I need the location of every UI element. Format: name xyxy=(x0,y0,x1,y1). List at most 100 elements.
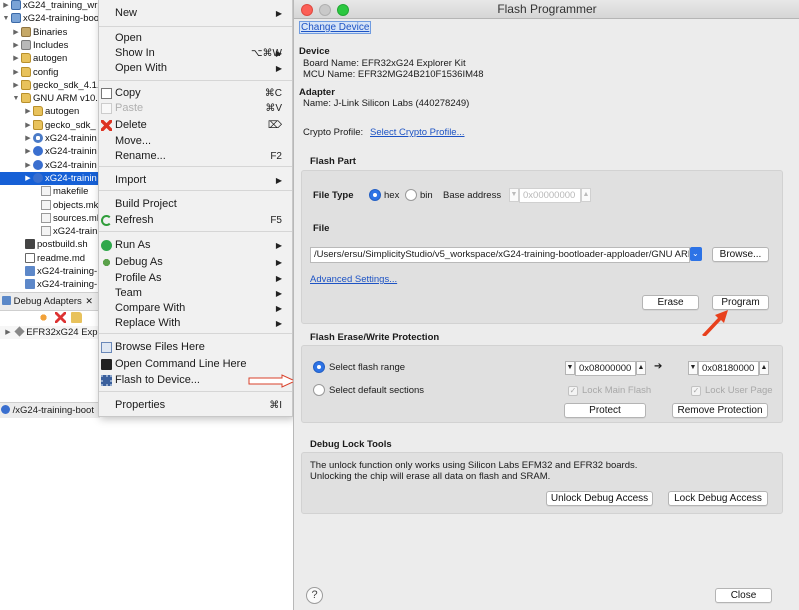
lock-main-flash-label: Lock Main Flash xyxy=(582,385,652,396)
tree-item[interactable]: ▶ xG24-trainin xyxy=(0,171,100,185)
tree-item[interactable]: ▶ xG24-trainin xyxy=(0,159,97,172)
menu-item-replace-with[interactable]: Replace With ▶ xyxy=(99,316,292,331)
tree-item-label: postbuild.sh xyxy=(37,239,88,251)
expand-toggle-icon[interactable]: ▶ xyxy=(24,172,32,185)
menu-item-move[interactable]: Move... xyxy=(99,134,292,149)
protect-button[interactable]: Protect xyxy=(564,403,646,418)
tree-item[interactable]: objects.mk xyxy=(0,199,98,212)
expand-toggle-icon[interactable]: ▶ xyxy=(24,119,32,132)
menu-item-profile-as[interactable]: Profile As ▶ xyxy=(99,271,292,286)
menu-item-browse-files-here[interactable]: Browse Files Here xyxy=(99,340,292,355)
tree-item[interactable]: postbuild.sh xyxy=(0,238,88,251)
base-address-increment[interactable]: ▲ xyxy=(581,188,591,202)
menu-item-open-with[interactable]: Open With ▶ xyxy=(99,61,292,76)
expand-toggle-icon[interactable]: ▶ xyxy=(12,39,20,52)
select-flash-range-radio[interactable] xyxy=(313,361,325,373)
expand-toggle-icon[interactable]: ▼ xyxy=(2,12,10,25)
help-icon[interactable]: ? xyxy=(306,587,323,604)
advanced-settings-link[interactable]: Advanced Settings... xyxy=(310,274,397,285)
menu-item-copy[interactable]: Copy ⌘C xyxy=(99,86,292,101)
range-end-decrement[interactable]: ▼ xyxy=(688,361,698,375)
change-device-link[interactable]: Change Device xyxy=(299,21,372,34)
tree-item[interactable]: ▶ gecko_sdk_4.1. xyxy=(0,79,100,92)
lock-main-flash-checkbox[interactable]: ✓ xyxy=(568,386,578,396)
tree-item[interactable]: ▶ gecko_sdk_ xyxy=(0,119,96,132)
range-start-increment[interactable]: ▲ xyxy=(636,361,646,375)
base-address-input[interactable]: 0x00000000 xyxy=(519,188,581,203)
menu-item-rename[interactable]: Rename... F2 xyxy=(99,149,292,164)
expand-toggle-icon[interactable]: ▶ xyxy=(24,105,32,118)
hex-radio[interactable] xyxy=(369,189,381,201)
select-crypto-profile-link[interactable]: Select Crypto Profile... xyxy=(370,127,465,138)
tree-item[interactable]: xG24-training- xyxy=(0,278,97,290)
lock-user-page-checkbox[interactable]: ✓ xyxy=(691,386,701,396)
tree-item[interactable]: makefile xyxy=(0,185,88,198)
debug-adapters-tab[interactable]: Debug Adapters ✕ xyxy=(0,293,100,311)
expand-toggle-icon[interactable]: ▼ xyxy=(12,92,20,105)
window-close-button[interactable] xyxy=(301,4,313,16)
menu-item-show-in[interactable]: Show In ⌥⌘W ▶ xyxy=(99,46,292,61)
menu-item-compare-with[interactable]: Compare With ▶ xyxy=(99,301,292,316)
menu-item-properties[interactable]: Properties ⌘I xyxy=(99,398,292,413)
menu-item-delete[interactable]: Delete ⌦ xyxy=(99,118,292,133)
menu-item-shortcut: ⌘I xyxy=(269,400,282,411)
menu-item-refresh[interactable]: Refresh F5 xyxy=(99,213,292,228)
file-icon xyxy=(41,199,51,210)
unlock-debug-access-button[interactable]: Unlock Debug Access xyxy=(546,491,653,506)
window-maximize-button[interactable] xyxy=(337,4,349,16)
menu-item-new[interactable]: New ▶ xyxy=(99,6,292,21)
menu-item-debug-as[interactable]: Debug As ▶ xyxy=(99,255,292,270)
menu-item-open-command-line-here[interactable]: Open Command Line Here xyxy=(99,357,292,372)
tree-item[interactable]: ▶ Includes xyxy=(0,39,68,52)
range-end-increment[interactable]: ▲ xyxy=(759,361,769,375)
tree-item[interactable]: ▶ config xyxy=(0,66,58,79)
menu-item-run-as[interactable]: Run As ▶ xyxy=(99,238,292,253)
browse-button[interactable]: Browse... xyxy=(712,247,769,262)
file-path-input[interactable]: /Users/ersu/SimplicityStudio/v5_workspac… xyxy=(310,247,690,263)
tree-item[interactable]: ▼ GNU ARM v10. xyxy=(0,92,98,105)
tree-item[interactable]: ▼ xG24-training-boo xyxy=(0,12,99,25)
expand-toggle-icon[interactable]: ▶ xyxy=(2,0,10,12)
tree-item[interactable]: ▶ xG24-trainin xyxy=(0,145,97,158)
tree-item[interactable]: ▶ autogen xyxy=(0,52,67,65)
range-end-input[interactable]: 0x08180000 xyxy=(698,361,759,376)
tree-item[interactable]: xG24-trainin xyxy=(0,225,100,238)
expand-toggle-icon[interactable]: ▶ xyxy=(12,52,20,65)
debug-adapter-row[interactable]: ▶ EFR32xG24 Explo xyxy=(0,326,100,339)
menu-item-build-project[interactable]: Build Project xyxy=(99,197,292,212)
expand-toggle-icon[interactable]: ▶ xyxy=(24,159,32,172)
menu-item-open[interactable]: Open xyxy=(99,31,292,46)
window-minimize-button[interactable] xyxy=(319,4,331,16)
range-start-input[interactable]: 0x08000000 xyxy=(575,361,636,376)
erase-button[interactable]: Erase xyxy=(642,295,699,310)
expand-icon[interactable]: ▶ xyxy=(4,326,12,339)
expand-toggle-icon[interactable]: ▶ xyxy=(12,26,20,39)
tree-item[interactable]: ▶ xG24_training_writ xyxy=(0,0,100,12)
close-icon[interactable]: ✕ xyxy=(85,296,93,306)
select-default-sections-radio[interactable] xyxy=(313,384,325,396)
expand-toggle-icon[interactable]: ▶ xyxy=(24,132,32,145)
tree-item[interactable]: xG24-training- xyxy=(0,265,97,278)
expand-toggle-icon[interactable]: ▶ xyxy=(24,145,32,158)
tree-item[interactable]: sources.mk xyxy=(0,212,100,225)
remove-protection-button[interactable]: Remove Protection xyxy=(672,403,768,418)
close-button[interactable]: Close xyxy=(715,588,772,603)
menu-item-import[interactable]: Import ▶ xyxy=(99,173,292,188)
folder-icon[interactable] xyxy=(71,312,83,323)
base-address-decrement[interactable]: ▼ xyxy=(509,188,519,202)
range-start-decrement[interactable]: ▼ xyxy=(565,361,575,375)
connect-icon[interactable] xyxy=(38,312,49,323)
bin-radio[interactable] xyxy=(405,189,417,201)
tree-item[interactable]: ▶ autogen xyxy=(0,105,79,118)
tree-item[interactable]: ▶ xG24-trainin xyxy=(0,132,97,145)
includes-icon xyxy=(21,39,31,50)
lock-debug-access-button[interactable]: Lock Debug Access xyxy=(668,491,768,506)
tree-item[interactable]: readme.md xyxy=(0,252,85,265)
disconnect-icon[interactable] xyxy=(54,312,66,323)
expand-toggle-icon[interactable]: ▶ xyxy=(12,66,20,79)
file-path-dropdown[interactable]: ⌄ xyxy=(690,247,702,261)
expand-toggle-icon[interactable]: ▶ xyxy=(12,79,20,92)
menu-item-team[interactable]: Team ▶ xyxy=(99,286,292,301)
menu-item-paste[interactable]: Paste ⌘V xyxy=(99,101,292,116)
tree-item[interactable]: ▶ Binaries xyxy=(0,26,67,39)
